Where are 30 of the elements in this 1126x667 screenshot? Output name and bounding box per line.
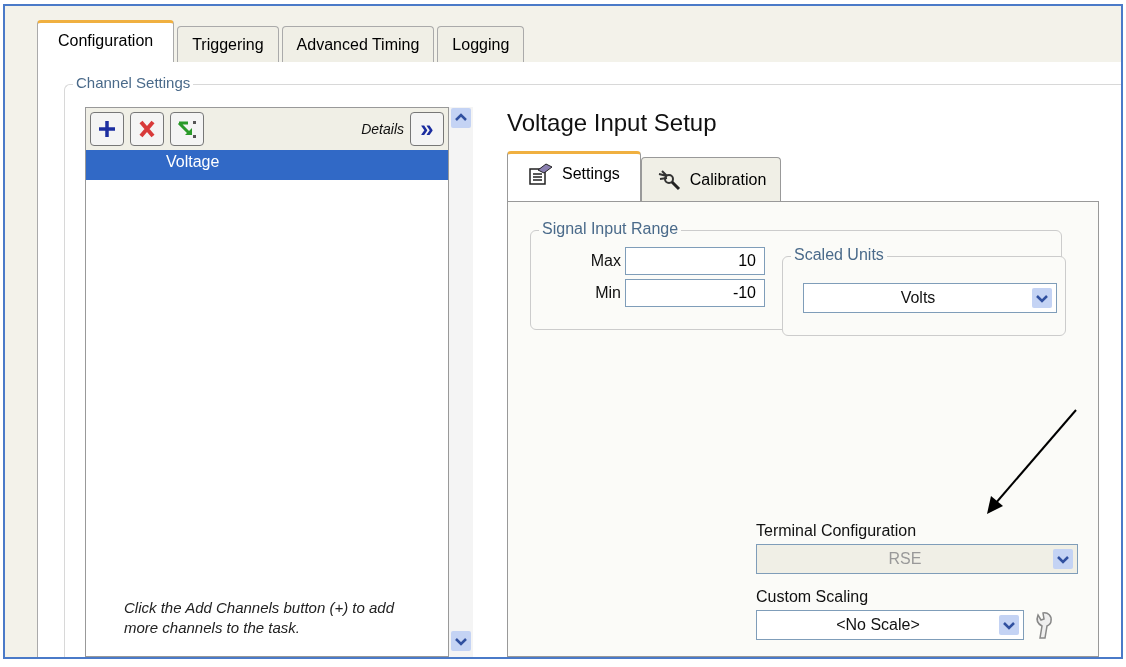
field-label: Custom Scaling bbox=[756, 588, 870, 606]
tab[interactable]: Configuration bbox=[37, 20, 175, 62]
min-field[interactable]: -10 bbox=[625, 279, 765, 307]
remove-channel-button[interactable] bbox=[130, 112, 164, 146]
tab[interactable]: Logging bbox=[437, 26, 525, 62]
field-label: Max bbox=[589, 252, 621, 270]
scroll-down-icon[interactable] bbox=[451, 631, 471, 651]
group-title: Signal Input Range bbox=[539, 220, 682, 238]
document-icon bbox=[528, 161, 554, 186]
plus-icon bbox=[96, 118, 118, 140]
tab[interactable]: Calibration bbox=[640, 157, 782, 201]
max-field[interactable]: 10 bbox=[625, 247, 765, 275]
scroll-up-icon[interactable] bbox=[451, 108, 471, 128]
section-title: Voltage Input Setup bbox=[507, 109, 718, 137]
scrollbar[interactable] bbox=[449, 107, 473, 657]
scaling-dropdown[interactable]: <No Scale> bbox=[756, 610, 1024, 640]
group-title: Channel Settings bbox=[73, 74, 194, 91]
units-dropdown[interactable]: Volts bbox=[803, 283, 1057, 313]
channel-item[interactable]: Voltage bbox=[86, 150, 448, 180]
arrow-icon bbox=[176, 118, 198, 140]
tab[interactable]: Advanced Timing bbox=[281, 26, 435, 62]
tab[interactable]: Triggering bbox=[177, 26, 279, 62]
hint-text: Click the Add Channels button (+) to add more channels to the task. bbox=[124, 598, 396, 638]
details-label: Details bbox=[361, 121, 404, 137]
add-channel-button[interactable] bbox=[90, 112, 124, 146]
tab[interactable]: Settings bbox=[507, 151, 641, 201]
field-label: Min bbox=[594, 284, 621, 302]
details-button[interactable]: » bbox=[410, 112, 444, 146]
channel-action-button[interactable] bbox=[170, 112, 204, 146]
field-label: Terminal Configuration bbox=[756, 522, 918, 540]
